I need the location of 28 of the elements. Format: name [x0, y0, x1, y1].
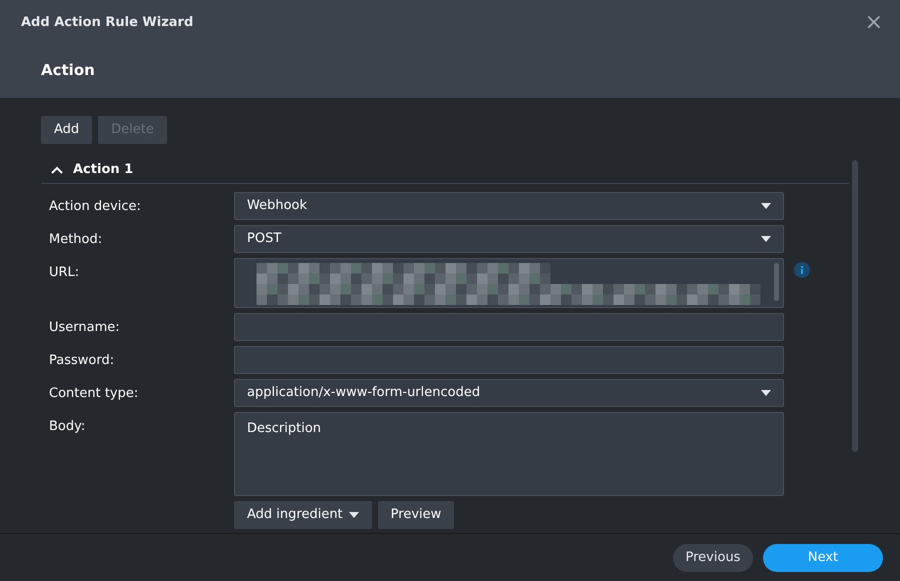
input-field[interactable] — [234, 346, 784, 374]
caret-icon — [761, 390, 771, 396]
url-field[interactable] — [234, 258, 784, 308]
section-header[interactable]: Action 1 — [41, 156, 849, 184]
previous-button[interactable]: Previous — [673, 544, 753, 572]
field-label: Content type: — [48, 385, 140, 403]
toolbar-button[interactable]: Add — [41, 116, 92, 144]
window-title: Add Action Rule Wizard — [21, 14, 194, 32]
body-button[interactable]: Preview — [378, 501, 454, 529]
field-label: Body: — [48, 418, 86, 436]
body-button[interactable]: Add ingredient — [234, 501, 372, 529]
field-label: URL: — [48, 264, 80, 282]
input-field[interactable] — [234, 313, 784, 341]
field-label: Username: — [48, 319, 121, 337]
field-label: Password: — [48, 352, 116, 370]
caret-icon — [761, 203, 771, 209]
field-label: Method: — [48, 231, 104, 249]
field-label: Action device: — [48, 198, 142, 216]
scrollbar[interactable] — [852, 160, 858, 452]
dropdown-field[interactable]: POST — [234, 225, 784, 253]
text-area[interactable]: Description — [234, 412, 784, 496]
dropdown-field[interactable]: application/x-www-form-urlencoded — [234, 379, 784, 407]
close-button[interactable]: × — [864, 12, 883, 34]
info-icon[interactable] — [794, 262, 810, 278]
scrollbar[interactable] — [774, 263, 779, 301]
dropdown-field[interactable]: Webhook — [234, 192, 784, 220]
step-title: Action — [41, 60, 96, 81]
caret-icon — [761, 236, 771, 242]
